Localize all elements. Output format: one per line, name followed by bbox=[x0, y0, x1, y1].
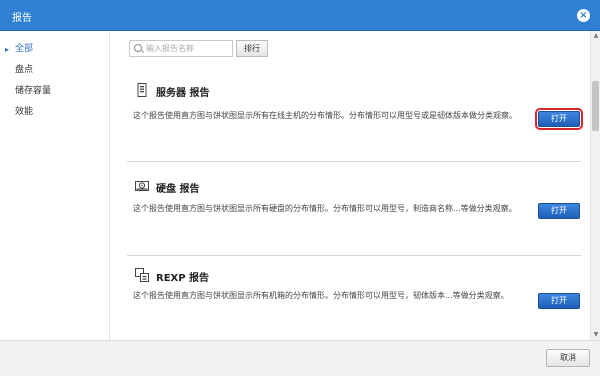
sidebar-item-label: 储存容量 bbox=[15, 86, 52, 96]
report-description: 这个报告使用直方图与饼状图显示所有硬盘的分布情形。分布情形可以用型号，制造商名称… bbox=[133, 204, 517, 213]
search-icon bbox=[134, 44, 142, 52]
enclosure-icon bbox=[135, 268, 149, 282]
sidebar-item-label: 效能 bbox=[15, 107, 34, 117]
sidebar-item-inventory[interactable]: 盘点 bbox=[0, 60, 109, 81]
window-title: 报告 bbox=[12, 13, 32, 24]
server-icon bbox=[135, 83, 149, 97]
disk-icon bbox=[135, 179, 149, 193]
report-list-panel: 排行 服务器 报告 这个报告使用直方图与饼状图显示所有在线主机的分布情形。分布情… bbox=[111, 31, 600, 340]
sidebar: ▸ 全部 盘点 储存容量 效能 bbox=[0, 31, 110, 340]
report-description: 这个报告使用直方图与饼状图显示所有机箱的分布情形。分布情形可以用型号，韧体版本.… bbox=[133, 291, 509, 300]
sidebar-item-label: 全部 bbox=[15, 44, 34, 54]
sidebar-item-all[interactable]: ▸ 全部 bbox=[0, 39, 109, 60]
open-report-button[interactable]: 打开 bbox=[535, 108, 583, 130]
report-card-rexp: REXP 报告 这个报告使用直方图与饼状图显示所有机箱的分布情形。分布情形可以用… bbox=[127, 267, 581, 337]
report-card-disk: 硬盘 报告 这个报告使用直方图与饼状图显示所有硬盘的分布情形。分布情形可以用型号… bbox=[127, 177, 581, 257]
search-box bbox=[129, 40, 233, 57]
scroll-down-icon[interactable]: ▼ bbox=[591, 330, 600, 340]
open-report-button[interactable]: 打开 bbox=[538, 293, 580, 309]
sidebar-item-label: 盘点 bbox=[15, 65, 34, 75]
cancel-button[interactable]: 取消 bbox=[546, 349, 590, 367]
report-title: 硬盘 报告 bbox=[156, 184, 200, 195]
sort-button[interactable]: 排行 bbox=[236, 40, 268, 57]
scrollbar-thumb[interactable] bbox=[592, 81, 599, 131]
open-report-button[interactable]: 打开 bbox=[538, 203, 580, 219]
divider bbox=[127, 255, 581, 256]
report-title: REXP 报告 bbox=[156, 273, 210, 284]
close-icon[interactable]: × bbox=[577, 9, 590, 22]
report-description: 这个报告使用直方图与饼状图显示所有在线主机的分布情形。分布情形可以用型号或是韧体… bbox=[133, 111, 517, 120]
scrollbar[interactable]: ▲ ▼ bbox=[590, 31, 600, 340]
sidebar-item-storage-capacity[interactable]: 储存容量 bbox=[0, 81, 109, 102]
sidebar-item-performance[interactable]: 效能 bbox=[0, 102, 109, 123]
report-title: 服务器 报告 bbox=[156, 88, 210, 99]
report-card-server: 服务器 报告 这个报告使用直方图与饼状图显示所有在线主机的分布情形。分布情形可以… bbox=[127, 81, 583, 166]
title-bar: 报告 × bbox=[0, 0, 600, 31]
scroll-up-icon[interactable]: ▲ bbox=[591, 31, 600, 41]
chevron-right-icon: ▸ bbox=[5, 45, 10, 54]
search-input[interactable] bbox=[146, 42, 230, 55]
dialog-footer: 取消 bbox=[0, 340, 600, 376]
divider bbox=[127, 161, 581, 162]
